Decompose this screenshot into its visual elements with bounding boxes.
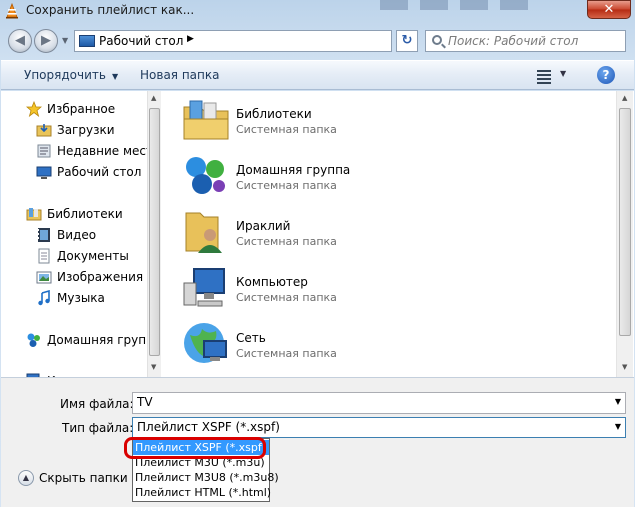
documents-icon <box>38 248 50 264</box>
address-bar[interactable]: Рабочий стол ▶ <box>74 30 392 52</box>
filetype-selected-value: Плейлист XSPF (*.xspf) <box>137 420 280 434</box>
sidebar-item-label: Загрузки <box>57 123 115 137</box>
search-box[interactable]: Поиск: Рабочий стол <box>425 30 626 52</box>
main-area: Избранное Загрузки Недавние места Рабочи… <box>1 91 634 377</box>
filetype-select[interactable]: Плейлист XSPF (*.xspf) ▼ <box>132 417 626 438</box>
item-name: Ираклий <box>236 219 291 233</box>
item-name: Компьютер <box>236 275 308 289</box>
libraries-folder-icon <box>183 100 229 140</box>
search-icon <box>432 35 442 45</box>
filetype-option-m3u8[interactable]: Плейлист M3U8 (*.m3u8) <box>133 470 279 485</box>
address-location[interactable]: Рабочий стол <box>99 34 183 48</box>
list-item[interactable]: Компьютер Системная папка <box>164 259 464 315</box>
filetype-option-html[interactable]: Плейлист HTML (*.html) <box>133 485 271 500</box>
scroll-up-icon[interactable]: ▲ <box>622 94 627 102</box>
homegroup-icon <box>27 333 40 347</box>
annotation-highlight-ring <box>124 437 266 459</box>
chevron-down-icon[interactable]: ▼ <box>615 422 621 431</box>
title-bar: Сохранить плейлист как... ✕ <box>0 0 635 22</box>
list-item[interactable]: Библиотеки Системная папка <box>164 91 464 147</box>
network-icon <box>184 323 227 363</box>
item-type: Системная папка <box>236 235 337 248</box>
help-button[interactable]: ? <box>597 66 615 84</box>
list-item[interactable]: Сеть Системная папка <box>164 315 464 371</box>
scrollbar-thumb[interactable] <box>619 108 631 336</box>
save-options-panel: Имя файла: ▼ Тип файла: Плейлист XSPF (*… <box>1 377 634 507</box>
chevron-down-icon: ▼ <box>111 72 119 81</box>
sidebar-item-label: Музыка <box>57 291 105 305</box>
scroll-down-icon[interactable]: ▼ <box>622 363 627 371</box>
new-folder-button[interactable]: Новая папка <box>140 68 219 82</box>
recent-pages-dropdown-icon[interactable]: ▼ <box>62 36 68 45</box>
scrollbar-thumb[interactable] <box>149 108 160 356</box>
sidebar-item-label: Домашняя группа <box>47 333 147 347</box>
computer-icon <box>183 268 225 307</box>
organize-button[interactable]: Упорядочить ▼ <box>24 68 118 82</box>
back-button[interactable]: ◀ <box>8 29 32 53</box>
sidebar-item-label: Рабочий стол <box>57 165 142 179</box>
filename-field[interactable]: ▼ <box>132 392 626 414</box>
item-name: Библиотеки <box>236 107 312 121</box>
save-dialog-window: Сохранить плейлист как... ✕ ◀ ▶ ▼ Рабочи… <box>0 0 635 507</box>
sidebar-item-label: Изображения <box>57 270 144 284</box>
navigation-scrollbar[interactable]: ▲ ▼ <box>147 91 161 377</box>
chevron-right-icon[interactable]: ▶ <box>187 34 194 44</box>
libraries-icon <box>26 208 42 221</box>
homegroup-icon <box>186 157 225 194</box>
organize-label: Упорядочить <box>24 68 106 82</box>
item-type: Системная папка <box>236 123 337 136</box>
chevron-down-icon[interactable]: ▼ <box>615 397 621 406</box>
filename-label: Имя файла: <box>60 397 134 411</box>
title-bar-background-text <box>380 0 540 10</box>
item-type: Системная папка <box>236 179 337 192</box>
item-type: Системная папка <box>236 291 337 304</box>
pictures-icon <box>36 271 52 284</box>
content-scrollbar[interactable]: ▲ ▼ <box>616 91 633 377</box>
scroll-down-icon[interactable]: ▼ <box>151 363 156 371</box>
hide-folders-label: Скрыть папки <box>39 471 128 485</box>
item-name: Домашняя группа <box>236 163 351 177</box>
sidebar-item-label: Видео <box>57 228 97 242</box>
item-type: Системная папка <box>236 347 337 360</box>
navigation-pane: Избранное Загрузки Недавние места Рабочи… <box>1 91 147 377</box>
chevron-up-icon: ▲ <box>18 470 34 486</box>
user-folder-icon <box>185 212 222 253</box>
refresh-button[interactable]: ↻ <box>396 30 418 52</box>
list-item[interactable]: Домашняя группа Системная папка <box>164 147 464 203</box>
command-toolbar: Упорядочить ▼ Новая папка ▼ ? <box>1 60 634 90</box>
desktop-icon <box>36 166 52 179</box>
sidebar-item-label: Избранное <box>47 102 116 116</box>
video-icon <box>38 228 50 242</box>
close-button[interactable]: ✕ <box>587 0 631 19</box>
scroll-up-icon[interactable]: ▲ <box>151 94 156 102</box>
forward-button[interactable]: ▶ <box>34 29 58 53</box>
vlc-cone-icon <box>6 3 18 19</box>
sidebar-item-label: Библиотеки <box>47 207 123 221</box>
recent-places-icon <box>37 144 51 158</box>
sidebar-item-label: Недавние места <box>57 144 147 158</box>
list-item[interactable]: Ираклий Системная папка <box>164 203 464 259</box>
view-options-icon[interactable] <box>537 68 551 84</box>
star-icon <box>26 101 42 117</box>
window-title: Сохранить плейлист как... <box>26 3 195 17</box>
file-list: Библиотеки Системная папка Домашняя груп… <box>164 91 616 377</box>
sidebar-item-label: Документы <box>57 249 129 263</box>
filename-input[interactable] <box>137 395 597 409</box>
view-dropdown-icon[interactable]: ▼ <box>560 69 566 78</box>
search-input[interactable]: Поиск: Рабочий стол <box>448 34 578 48</box>
filetype-label: Тип файла: <box>62 421 134 435</box>
downloads-folder-icon <box>36 124 52 137</box>
desktop-icon <box>79 35 95 47</box>
item-name: Сеть <box>236 331 266 345</box>
music-icon <box>38 290 50 306</box>
